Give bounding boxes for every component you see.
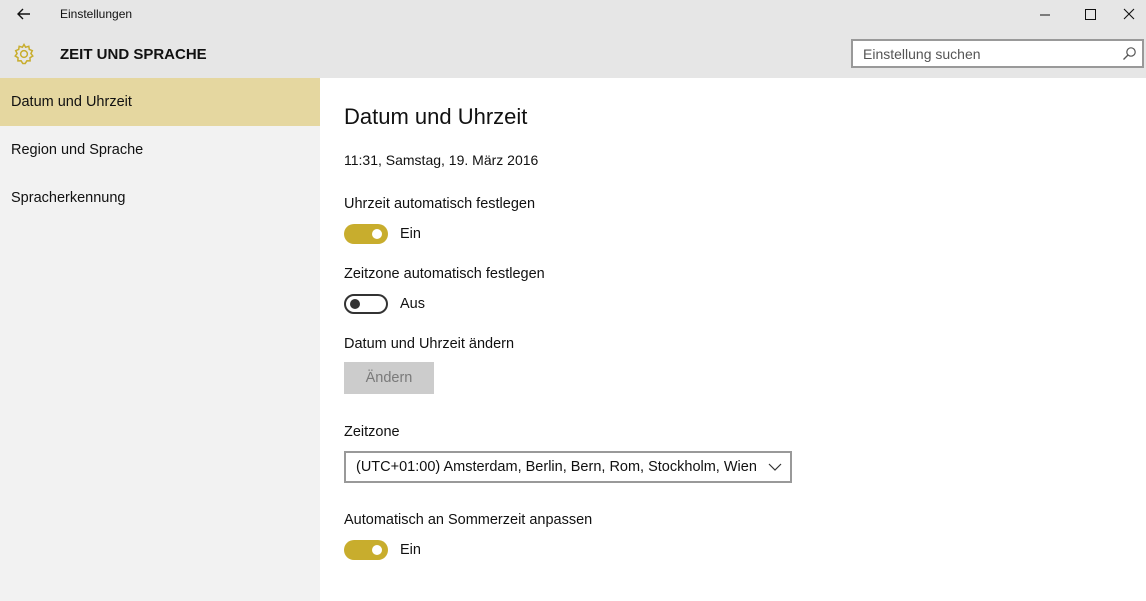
window-title: Einstellungen bbox=[60, 7, 133, 21]
change-datetime-button[interactable]: Ändern bbox=[344, 362, 434, 394]
maximize-button[interactable] bbox=[1068, 2, 1112, 26]
toggle-knob bbox=[372, 229, 382, 239]
sidebar-item-region-und-sprache[interactable]: Region und Sprache bbox=[0, 126, 320, 174]
auto-time-label: Uhrzeit automatisch festlegen bbox=[344, 196, 536, 212]
sidebar-item-label: Spracherkennung bbox=[11, 190, 126, 206]
dst-state: Ein bbox=[400, 542, 421, 558]
gear-icon bbox=[12, 42, 36, 66]
search-input[interactable] bbox=[853, 41, 1133, 66]
chevron-down-icon bbox=[768, 463, 782, 471]
search-icon[interactable] bbox=[1121, 46, 1137, 62]
maximize-icon bbox=[1085, 9, 1096, 20]
sidebar-item-datum-und-uhrzeit[interactable]: Datum und Uhrzeit bbox=[0, 78, 320, 126]
minimize-icon bbox=[1040, 14, 1050, 16]
timezone-label: Zeitzone bbox=[344, 424, 400, 440]
auto-time-state: Ein bbox=[400, 226, 421, 242]
auto-time-toggle[interactable] bbox=[344, 224, 388, 244]
timezone-value: (UTC+01:00) Amsterdam, Berlin, Bern, Rom… bbox=[356, 459, 757, 475]
timezone-dropdown[interactable]: (UTC+01:00) Amsterdam, Berlin, Bern, Rom… bbox=[344, 451, 792, 483]
close-button[interactable] bbox=[1112, 2, 1146, 26]
title-bar: Einstellungen ZEIT UND SPRACHE bbox=[0, 0, 1146, 78]
toggle-knob bbox=[372, 545, 382, 555]
dst-toggle[interactable] bbox=[344, 540, 388, 560]
back-button[interactable] bbox=[12, 4, 36, 24]
back-arrow-icon bbox=[17, 8, 30, 20]
sidebar-item-label: Region und Sprache bbox=[11, 142, 144, 158]
section-title: ZEIT UND SPRACHE bbox=[60, 46, 207, 63]
auto-timezone-state: Aus bbox=[400, 296, 425, 312]
page-title: Datum und Uhrzeit bbox=[344, 104, 528, 129]
current-datetime: 11:31, Samstag, 19. März 2016 bbox=[344, 152, 539, 168]
dst-label: Automatisch an Sommerzeit anpassen bbox=[344, 512, 593, 528]
sidebar-item-label: Datum und Uhrzeit bbox=[11, 94, 132, 110]
settings-search[interactable] bbox=[851, 39, 1144, 68]
minimize-button[interactable] bbox=[1023, 2, 1067, 26]
toggle-knob bbox=[350, 299, 360, 309]
close-icon bbox=[1123, 8, 1135, 20]
change-datetime-label: Datum und Uhrzeit ändern bbox=[344, 336, 515, 352]
auto-timezone-label: Zeitzone automatisch festlegen bbox=[344, 266, 545, 282]
sidebar: Datum und Uhrzeit Region und Sprache Spr… bbox=[0, 78, 320, 601]
auto-timezone-toggle[interactable] bbox=[344, 294, 388, 314]
sidebar-item-spracherkennung[interactable]: Spracherkennung bbox=[0, 174, 320, 222]
content-pane: Datum und Uhrzeit 11:31, Samstag, 19. Mä… bbox=[320, 78, 1146, 601]
